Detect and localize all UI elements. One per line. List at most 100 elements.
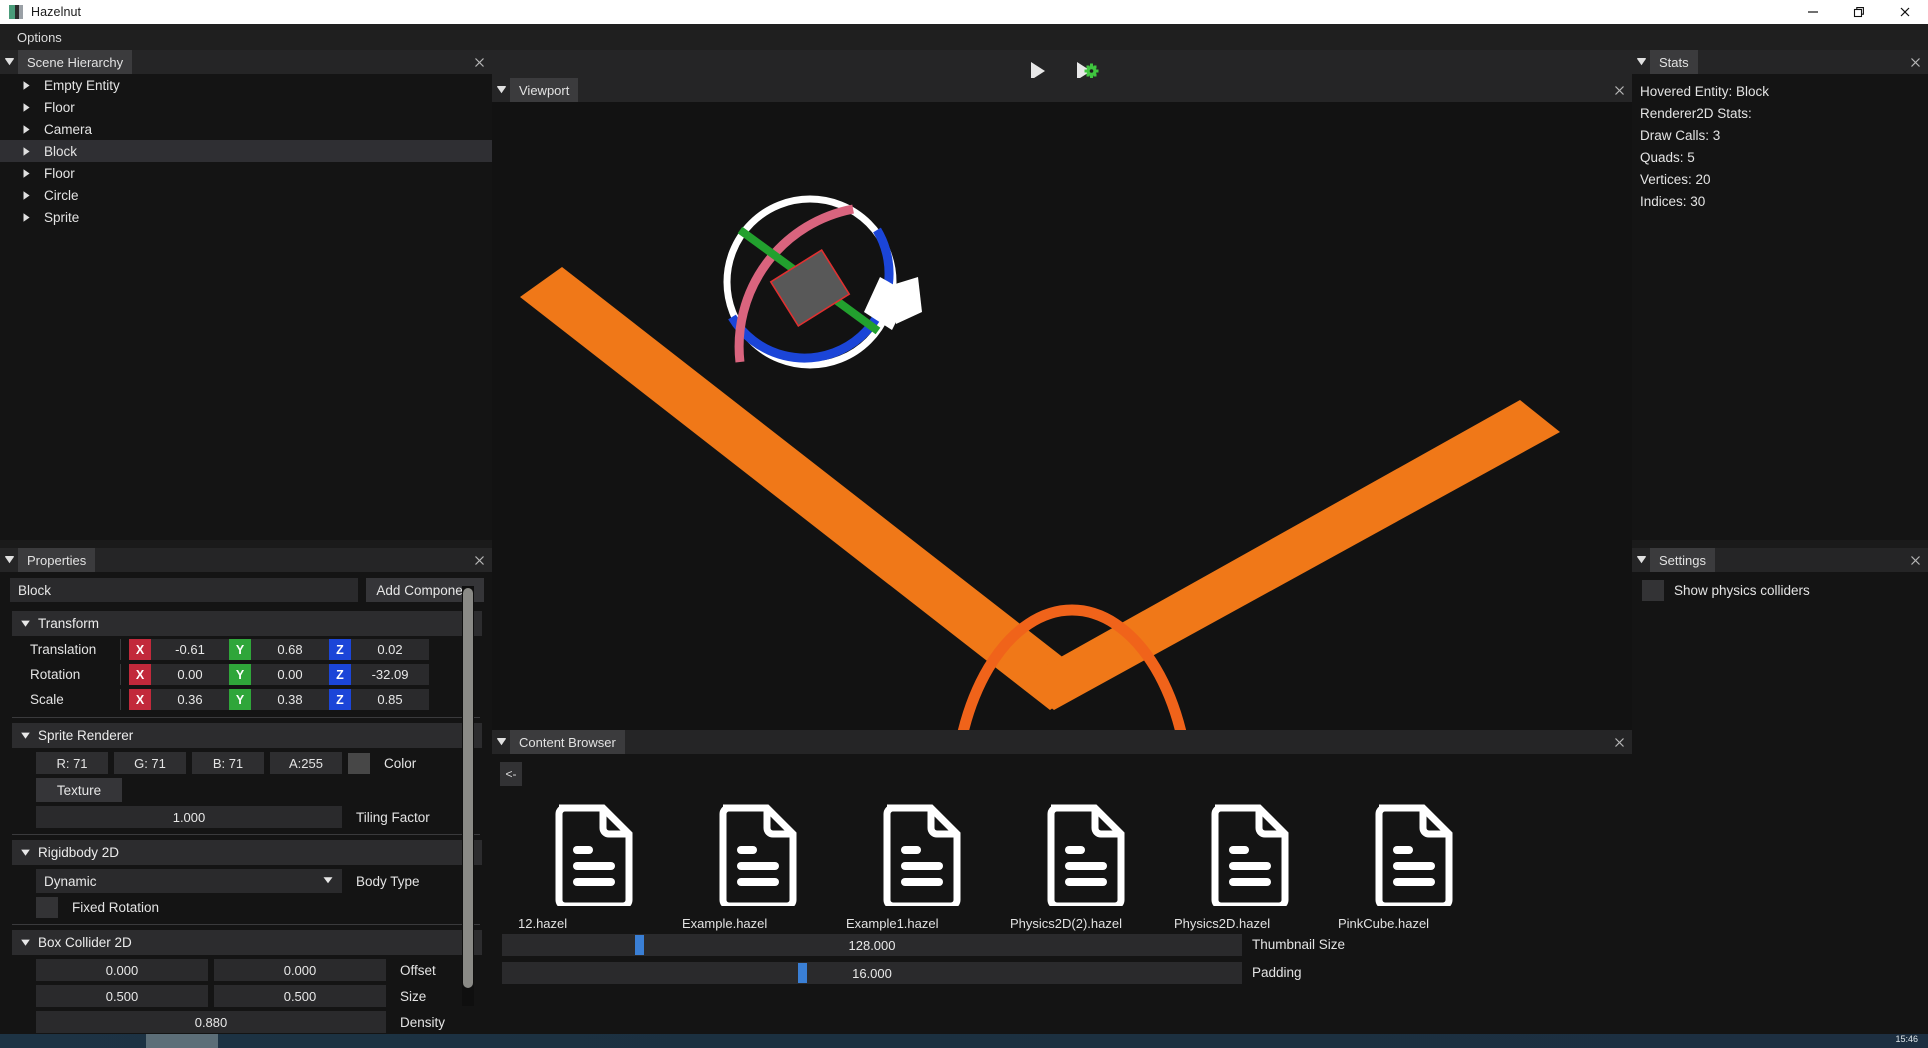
content-browser-header: Content Browser bbox=[492, 730, 1632, 754]
maximize-icon[interactable] bbox=[1836, 0, 1882, 24]
tiling-factor-input[interactable]: 1.000 bbox=[36, 806, 342, 828]
show-physics-colliders-checkbox[interactable] bbox=[1642, 580, 1664, 601]
body-type-select[interactable]: Dynamic bbox=[36, 869, 342, 893]
entity-name-input[interactable]: Block bbox=[10, 578, 359, 602]
expand-triangle-icon[interactable] bbox=[22, 146, 38, 157]
panel-tab-label[interactable]: Viewport bbox=[510, 78, 579, 102]
back-button[interactable]: <- bbox=[500, 762, 522, 786]
content-file-item[interactable]: Example1.hazel bbox=[840, 802, 1004, 931]
axis-y-badge: Y bbox=[229, 664, 251, 685]
file-name-label: Physics2D(2).hazel bbox=[1010, 916, 1122, 931]
axis-y-badge: Y bbox=[229, 639, 251, 660]
panel-tab-label[interactable]: Scene Hierarchy bbox=[18, 50, 133, 74]
slider-knob[interactable] bbox=[635, 935, 645, 955]
close-icon[interactable] bbox=[1902, 50, 1928, 74]
header-filler bbox=[1714, 548, 1902, 572]
axis-z-input[interactable]: 0.02 bbox=[351, 639, 429, 660]
properties-scrollbar[interactable] bbox=[462, 586, 474, 1006]
close-icon[interactable] bbox=[1902, 548, 1928, 572]
content-file-item[interactable]: PinkCube.hazel bbox=[1332, 802, 1496, 931]
close-icon[interactable] bbox=[1606, 78, 1632, 102]
stats-line: Indices: 30 bbox=[1640, 193, 1706, 209]
transform-component-header[interactable]: Transform bbox=[12, 611, 482, 636]
axis-z-input[interactable]: -32.09 bbox=[351, 664, 429, 685]
expand-triangle-icon[interactable] bbox=[22, 212, 38, 223]
scene-entity-row[interactable]: Empty Entity bbox=[0, 74, 492, 96]
axis-y-badge: Y bbox=[229, 689, 251, 710]
axis-y-input[interactable]: 0.68 bbox=[251, 639, 329, 660]
texture-button[interactable]: Texture bbox=[36, 778, 122, 802]
color-b-field[interactable]: B: 71 bbox=[192, 752, 264, 774]
scene-entity-row[interactable]: Sprite bbox=[0, 206, 492, 228]
color-g-field[interactable]: G: 71 bbox=[114, 752, 186, 774]
scene-entity-label: Camera bbox=[44, 121, 93, 137]
color-label: Color bbox=[384, 755, 417, 771]
close-icon[interactable] bbox=[1606, 730, 1632, 754]
menubar: Options bbox=[0, 24, 1928, 50]
minimize-icon[interactable] bbox=[1790, 0, 1836, 24]
scene-entity-row[interactable]: Block bbox=[0, 140, 492, 162]
window-title: Hazelnut bbox=[31, 5, 82, 19]
content-file-item[interactable]: Example.hazel bbox=[676, 802, 840, 931]
viewport-canvas[interactable] bbox=[492, 102, 1632, 730]
collapse-caret-icon[interactable] bbox=[1632, 548, 1650, 572]
axis-y-input[interactable]: 0.38 bbox=[251, 689, 329, 710]
close-icon[interactable] bbox=[1882, 0, 1928, 24]
collapse-caret-icon[interactable] bbox=[492, 730, 510, 754]
collapse-caret-icon[interactable] bbox=[0, 548, 18, 572]
thumbnail-size-slider[interactable]: 128.000 bbox=[502, 934, 1242, 956]
scene-entity-label: Circle bbox=[44, 187, 79, 203]
expand-triangle-icon[interactable] bbox=[22, 80, 38, 91]
content-file-item[interactable]: Physics2D(2).hazel bbox=[1004, 802, 1168, 931]
collapse-caret-icon[interactable] bbox=[1632, 50, 1650, 74]
padding-slider[interactable]: 16.000 bbox=[502, 962, 1242, 984]
expand-triangle-icon[interactable] bbox=[22, 190, 38, 201]
panel-tab-label[interactable]: Settings bbox=[1650, 548, 1715, 572]
color-r-field[interactable]: R: 71 bbox=[36, 752, 108, 774]
chevron-down-icon bbox=[12, 937, 38, 948]
slider-knob[interactable] bbox=[798, 963, 807, 983]
offset-y-input[interactable]: 0.000 bbox=[214, 959, 386, 981]
content-browser-body: <- 12.hazel Example.hazel Example1.hazel Ph… bbox=[492, 754, 1632, 1048]
stats-list: Hovered Entity: Block Renderer2D Stats: Dr… bbox=[1632, 74, 1928, 540]
collapse-caret-icon[interactable] bbox=[0, 50, 18, 74]
boxcollider2d-component-header[interactable]: Box Collider 2D bbox=[12, 930, 482, 955]
panel-tab-label[interactable]: Content Browser bbox=[510, 730, 625, 754]
sprite-renderer-component-header[interactable]: Sprite Renderer bbox=[12, 723, 482, 748]
taskbar-active-app[interactable] bbox=[146, 1034, 218, 1048]
stats-header: Stats bbox=[1632, 50, 1928, 74]
scene-entity-row[interactable]: Floor bbox=[0, 162, 492, 184]
os-taskbar[interactable]: 15:46 bbox=[0, 1034, 1928, 1048]
transform-title: Transform bbox=[38, 616, 100, 631]
axis-y-input[interactable]: 0.00 bbox=[251, 664, 329, 685]
color-swatch[interactable] bbox=[348, 752, 370, 774]
fixed-rotation-checkbox[interactable] bbox=[36, 897, 58, 918]
content-file-item[interactable]: 12.hazel bbox=[512, 802, 676, 931]
offset-x-input[interactable]: 0.000 bbox=[36, 959, 208, 981]
vector-fields: X -0.61 Y 0.68 Z 0.02 bbox=[129, 639, 429, 660]
axis-z-input[interactable]: 0.85 bbox=[351, 689, 429, 710]
scene-entity-row[interactable]: Camera bbox=[0, 118, 492, 140]
size-x-input[interactable]: 0.500 bbox=[36, 985, 208, 1007]
menu-item-options[interactable]: Options bbox=[7, 28, 72, 47]
scene-entity-row[interactable]: Circle bbox=[0, 184, 492, 206]
rigidbody2d-component-header[interactable]: Rigidbody 2D bbox=[12, 840, 482, 865]
axis-x-badge: X bbox=[129, 639, 151, 660]
axis-x-input[interactable]: 0.00 bbox=[151, 664, 229, 685]
close-icon[interactable] bbox=[466, 548, 492, 572]
content-file-item[interactable]: Physics2D.hazel bbox=[1168, 802, 1332, 931]
color-a-field[interactable]: A:255 bbox=[270, 752, 342, 774]
expand-triangle-icon[interactable] bbox=[22, 102, 38, 113]
expand-triangle-icon[interactable] bbox=[22, 168, 38, 179]
axis-x-input[interactable]: -0.61 bbox=[151, 639, 229, 660]
axis-x-input[interactable]: 0.36 bbox=[151, 689, 229, 710]
size-y-input[interactable]: 0.500 bbox=[214, 985, 386, 1007]
scene-entity-row[interactable]: Floor bbox=[0, 96, 492, 118]
close-icon[interactable] bbox=[466, 50, 492, 74]
panel-tab-label[interactable]: Stats bbox=[1650, 50, 1698, 74]
expand-triangle-icon[interactable] bbox=[22, 124, 38, 135]
panel-tab-label[interactable]: Properties bbox=[18, 548, 96, 572]
stats-line: Hovered Entity: Block bbox=[1640, 83, 1770, 99]
collapse-caret-icon[interactable] bbox=[492, 78, 510, 102]
density-input[interactable]: 0.880 bbox=[36, 1011, 386, 1033]
